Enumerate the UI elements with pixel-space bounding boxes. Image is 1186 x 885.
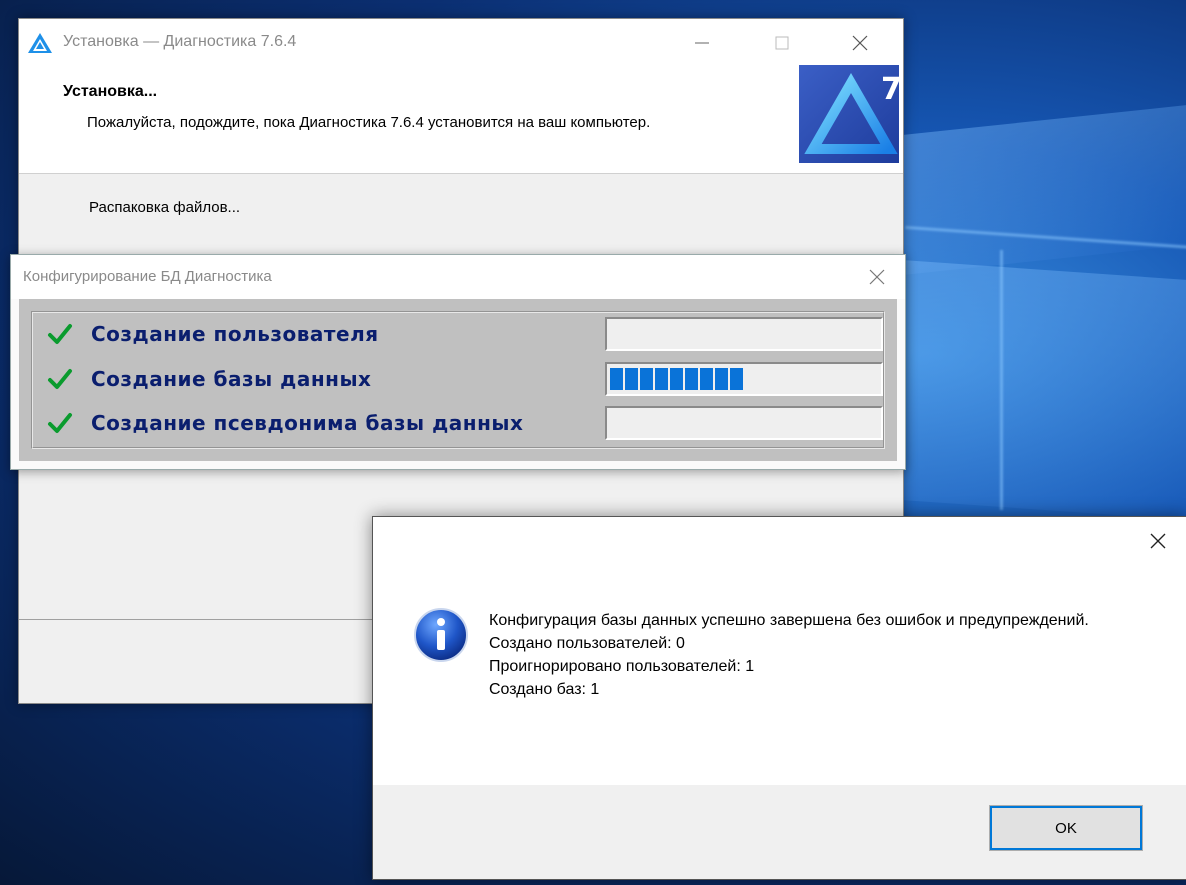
step-label: Создание псевдонима базы данных — [91, 411, 524, 435]
info-icon — [413, 607, 469, 667]
progress-segment — [715, 368, 728, 390]
wallpaper-panel — [900, 259, 1186, 521]
config-steps-panel: Создание пользователя Создание базы данн… — [31, 311, 885, 449]
progress-fill — [610, 323, 878, 345]
app-icon — [27, 32, 53, 58]
wallpaper-panel — [900, 104, 1186, 276]
installer-header-title: Установка... — [63, 83, 158, 100]
config-titlebar[interactable]: Конфигурирование БД Диагностика — [11, 255, 905, 299]
progress-fill — [610, 368, 878, 390]
header-separator — [19, 173, 903, 174]
check-icon — [45, 364, 75, 394]
progress-segment — [730, 368, 743, 390]
progress-segment — [625, 368, 638, 390]
minimize-icon[interactable] — [679, 27, 725, 59]
close-icon[interactable] — [1135, 521, 1181, 561]
message-text: Конфигурация базы данных успешно заверше… — [489, 609, 1149, 701]
step-progress-bar — [605, 406, 883, 440]
message-line: Создано пользователей: 0 — [489, 635, 685, 652]
message-line: Создано баз: 1 — [489, 681, 600, 698]
progress-segment — [640, 368, 653, 390]
maximize-icon[interactable] — [759, 27, 805, 59]
svg-text:7: 7 — [881, 72, 899, 107]
installer-titlebar[interactable]: Установка — Диагностика 7.6.4 — [19, 19, 903, 69]
close-icon[interactable] — [837, 27, 883, 59]
config-window: Конфигурирование БД Диагностика Создание… — [10, 254, 906, 470]
installer-header-subtitle: Пожалуйста, подождите, пока Диагностика … — [87, 114, 651, 131]
step-create-user: Создание пользователя — [45, 317, 379, 351]
progress-segment — [670, 368, 683, 390]
step-label: Создание пользователя — [91, 322, 379, 346]
config-title: Конфигурирование БД Диагностика — [23, 268, 272, 285]
installer-status: Распаковка файлов... — [89, 199, 241, 216]
message-line: Проигнорировано пользователей: 1 — [489, 658, 755, 675]
wallpaper-beam — [1000, 250, 1003, 510]
progress-fill — [610, 412, 878, 434]
step-create-database: Создание базы данных — [45, 362, 371, 396]
progress-segment — [655, 368, 668, 390]
progress-segment — [610, 368, 623, 390]
step-progress-bar — [605, 317, 883, 351]
step-progress-bar — [605, 362, 883, 396]
dialog-footer: OK — [373, 785, 1186, 879]
message-dialog: Конфигурация базы данных успешно заверше… — [372, 516, 1186, 880]
progress-segment — [700, 368, 713, 390]
progress-segment — [685, 368, 698, 390]
ok-button[interactable]: OK — [989, 805, 1143, 851]
check-icon — [45, 319, 75, 349]
installer-title: Установка — Диагностика 7.6.4 — [63, 33, 297, 50]
close-icon[interactable] — [859, 263, 895, 291]
message-line: Конфигурация базы данных успешно заверше… — [489, 612, 1089, 629]
installer-header: Установка... Пожалуйста, подождите, пока… — [19, 69, 903, 173]
check-icon — [45, 408, 75, 438]
step-label: Создание базы данных — [91, 367, 372, 391]
config-body: Создание пользователя Создание базы данн… — [19, 299, 897, 461]
diagnostika-7-logo-icon: 7 — [799, 65, 902, 163]
step-create-alias: Создание псевдонима базы данных — [45, 406, 523, 440]
